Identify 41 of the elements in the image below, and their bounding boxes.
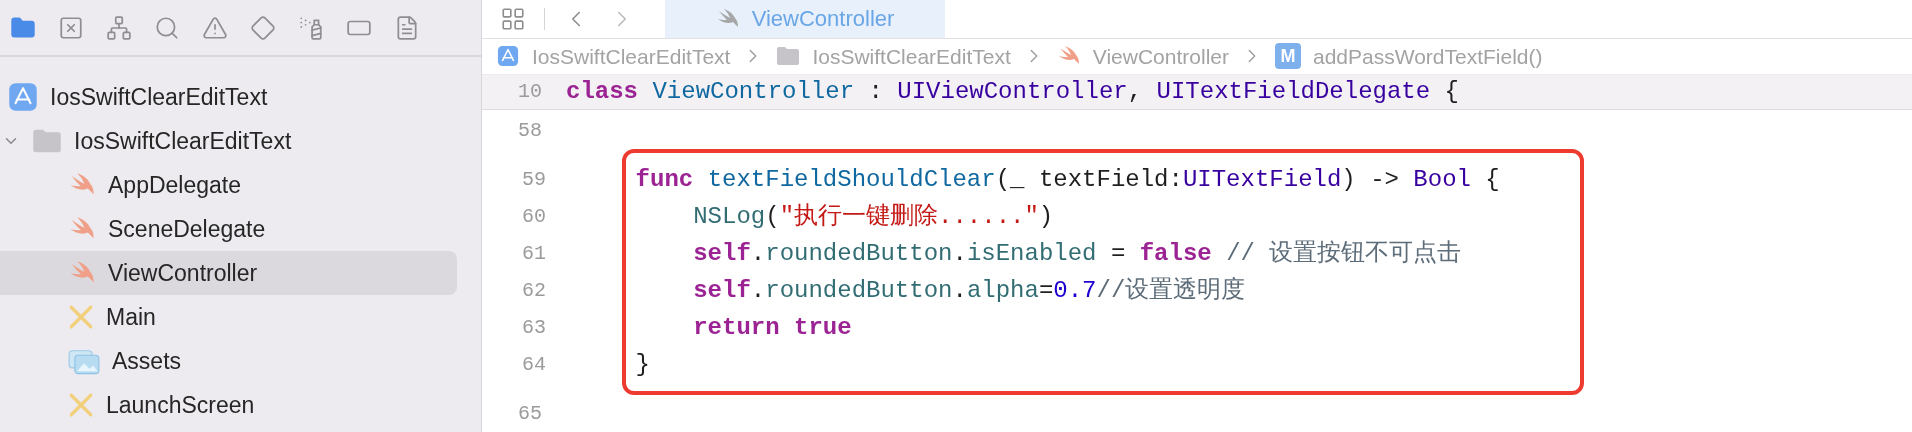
line-number: 65	[517, 400, 542, 427]
line-number: 61	[521, 240, 546, 267]
method-badge: M	[1275, 43, 1301, 70]
code-line: }	[634, 349, 650, 380]
image-stack-icon	[68, 347, 100, 375]
line-number: 64	[521, 351, 546, 378]
file-tree-item[interactable]: IosSwiftClearEditText	[0, 119, 457, 163]
hierarchy-icon[interactable]	[106, 14, 132, 41]
code-line: NSLog("执行一键删除......")	[692, 201, 1054, 232]
folder-icon	[776, 45, 801, 68]
file-tree-item[interactable]: SceneDelegate	[0, 207, 457, 251]
file-tree-item[interactable]: ViewController	[0, 251, 457, 295]
code-line: return true	[692, 312, 852, 343]
crossed-tools-icon	[68, 304, 94, 330]
code-line: class ViewController : UIViewController, UITextFieldDelegate {	[566, 77, 1459, 107]
folder-icon[interactable]	[10, 14, 36, 41]
swift-bird-icon	[68, 173, 96, 197]
file-tree-item[interactable]: Assets	[0, 339, 457, 383]
grid-icon[interactable]	[500, 5, 526, 32]
code-line: func textFieldShouldClear(_ textField:UITextField) -> Bool {	[634, 164, 1500, 195]
folder-icon	[32, 128, 62, 154]
file-tree-item[interactable]: IosSwiftClearEditText	[0, 75, 457, 119]
code-line: self.roundedButton.isEnabled = false // 设置按钮不可点击	[692, 238, 1462, 269]
swift-bird-icon	[68, 261, 96, 285]
code-line: self.roundedButton.alpha=0.7//设置透明度	[692, 275, 1246, 306]
file-tree-item[interactable]: Main	[0, 295, 457, 339]
app-icon	[496, 45, 520, 68]
square-x-icon[interactable]	[58, 14, 84, 41]
swift-bird-icon	[68, 217, 96, 241]
line-number: 60	[521, 203, 546, 230]
line-number: 62	[521, 277, 546, 304]
app-icon	[8, 82, 38, 112]
file-tree-item[interactable]: AppDelegate	[0, 163, 457, 207]
crossed-tools-icon	[68, 392, 94, 418]
line-number: 59	[521, 166, 546, 193]
line-number: 63	[521, 314, 546, 341]
line-number: 58	[517, 117, 542, 144]
warning-icon[interactable]	[202, 14, 228, 41]
file-tree-item[interactable]: LaunchScreen	[0, 383, 457, 427]
line-number: 10	[517, 79, 542, 105]
search-icon[interactable]	[154, 14, 180, 41]
